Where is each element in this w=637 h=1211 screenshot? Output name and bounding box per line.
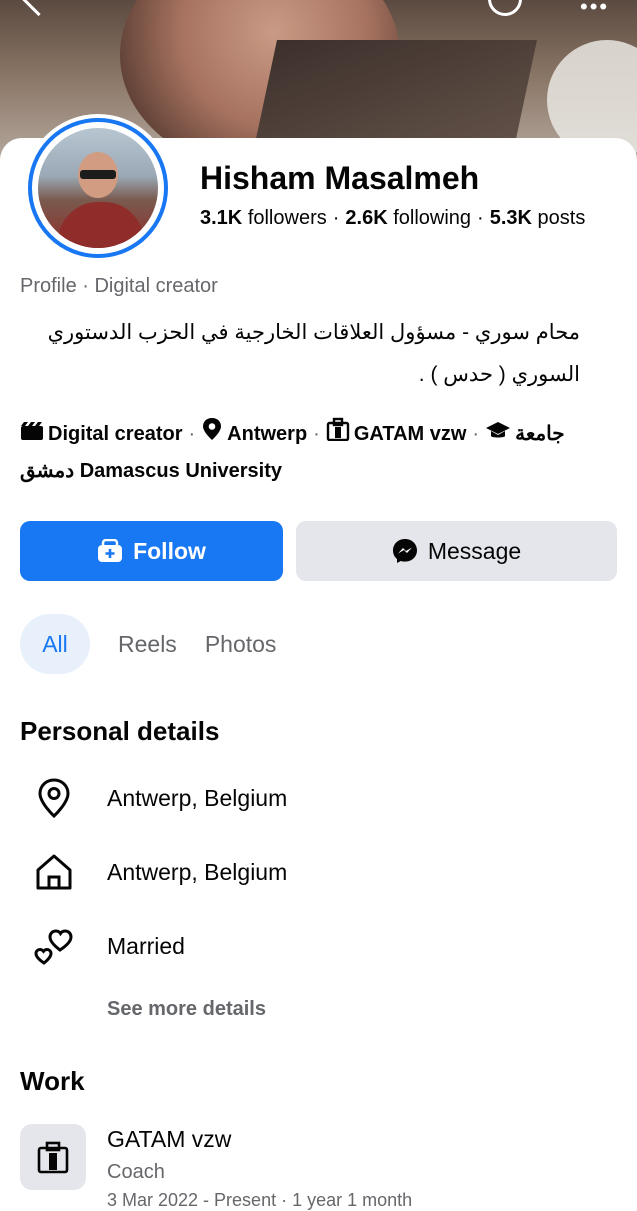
posts-count: 5.3K posts [489,207,586,229]
fact-workplace: GATAM vzw [353,423,467,445]
personal-details-heading: Personal details [20,716,220,746]
detail-hometown: Antwerp, Belgium [30,848,287,896]
followers-link[interactable]: 3.1K followers [200,207,327,229]
hearts-icon [30,922,78,970]
tab-reels[interactable]: Reels [118,614,177,674]
back-arrow-icon[interactable] [20,0,57,17]
message-button[interactable]: Message [296,521,617,581]
fact-category: Digital creator [48,423,183,445]
home-icon [30,848,78,896]
clapperboard-icon [20,417,44,453]
profile-category-line: Profile · Digital creator [20,275,218,297]
search-icon[interactable] [488,0,522,16]
avatar-photo [38,128,158,248]
profile-tabs: All Reels Photos [20,614,304,674]
follow-button[interactable]: Follow [20,521,283,581]
work-heading: Work [20,1066,85,1096]
location-pin-icon [201,417,223,453]
detail-current-city: Antwerp, Belgium [30,774,287,822]
graduation-cap-icon [485,417,511,453]
profile-bio: محام سوري - مسؤول العلاقات الخارجية في ا… [47,321,580,386]
fact-city: Antwerp [227,423,308,445]
detail-relationship: Married [30,922,185,970]
tab-all[interactable]: All [20,614,90,674]
see-more-details-link[interactable]: See more details [107,998,266,1021]
work-position: Coach [107,1161,165,1183]
profile-stats: 3.1K followers · 2.6K following · 5.3K posts [200,207,586,229]
avatar[interactable] [24,114,172,262]
location-pin-icon [30,774,78,822]
profile-name: Hisham Masalmeh [200,160,480,196]
tab-photos[interactable]: Photos [205,614,277,674]
building-icon [326,417,350,453]
messenger-icon [392,538,418,564]
follow-icon [97,539,123,563]
work-employer[interactable]: GATAM vzw [107,1126,231,1153]
more-options-icon[interactable]: ••• [580,0,609,20]
profile-facts: Digital creator · Antwerp · GATAM vzw · جامعة … [20,416,590,489]
following-link[interactable]: 2.6K following [345,207,471,229]
building-icon [20,1124,86,1190]
work-dates: 3 Mar 2022 - Present · 1 year 1 month [107,1190,413,1210]
